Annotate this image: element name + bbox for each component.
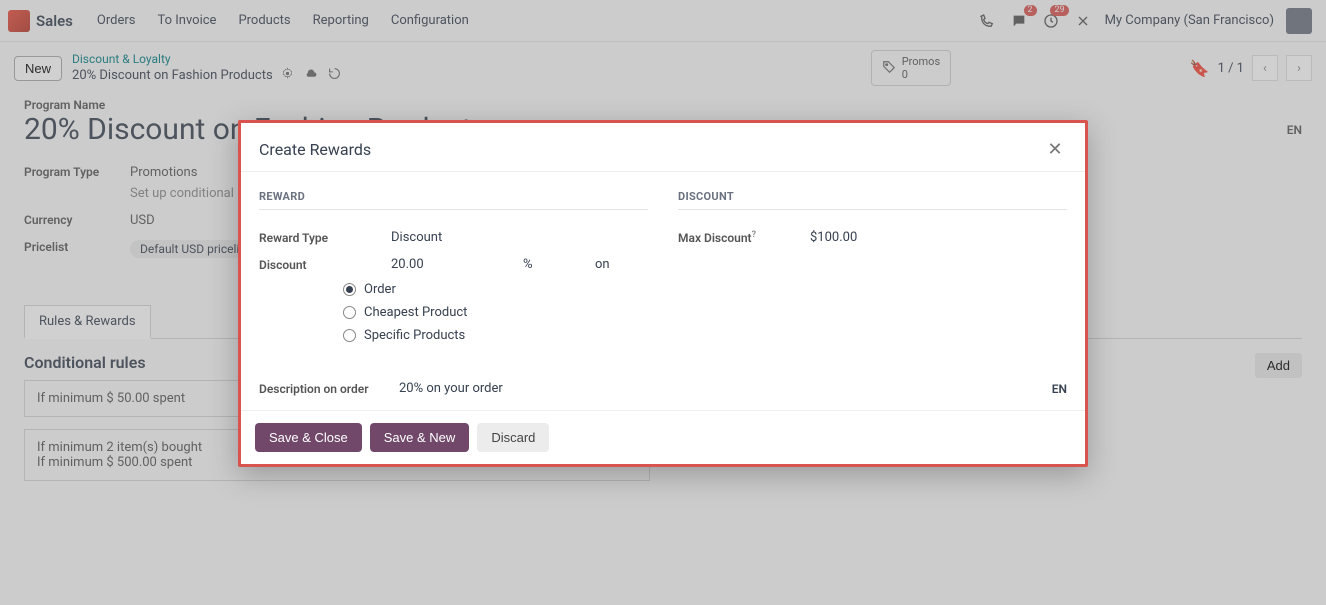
modal-header: Create Rewards ✕ xyxy=(241,123,1085,172)
radio-cheapest[interactable]: Cheapest Product xyxy=(343,301,648,324)
discount-label: Discount xyxy=(259,258,379,272)
radio-order-label: Order xyxy=(364,282,396,297)
modal-body: REWARD Reward Type Discount Discount 20.… xyxy=(241,172,1085,369)
close-icon[interactable]: ✕ xyxy=(1043,137,1067,161)
max-discount-value[interactable]: $100.00 xyxy=(810,230,857,245)
radio-dot-icon xyxy=(343,306,356,319)
description-row: Description on order 20% on your order E… xyxy=(241,369,1085,410)
modal-col-reward: REWARD Reward Type Discount Discount 20.… xyxy=(259,190,648,347)
max-discount-label: Max Discount? xyxy=(678,230,798,245)
modal-col-discount: DISCOUNT Max Discount? $100.00 xyxy=(678,190,1067,347)
reward-type-value[interactable]: Discount xyxy=(391,230,442,245)
description-label: Description on order xyxy=(259,382,399,396)
description-value[interactable]: 20% on your order xyxy=(399,381,503,396)
radio-dot-icon xyxy=(343,329,356,342)
section-reward: REWARD xyxy=(259,190,648,210)
save-new-button[interactable]: Save & New xyxy=(370,423,470,452)
discard-button[interactable]: Discard xyxy=(477,423,549,452)
discount-value[interactable]: 20.00 xyxy=(391,257,511,272)
radio-specific-label: Specific Products xyxy=(364,328,465,343)
radio-specific[interactable]: Specific Products xyxy=(343,324,648,347)
radio-dot-icon xyxy=(343,283,356,296)
create-rewards-modal: Create Rewards ✕ REWARD Reward Type Disc… xyxy=(238,120,1088,467)
section-discount: DISCOUNT xyxy=(678,190,1067,210)
reward-type-label: Reward Type xyxy=(259,231,379,245)
modal-title: Create Rewards xyxy=(259,140,371,159)
discount-on: on xyxy=(595,257,610,272)
radio-cheapest-label: Cheapest Product xyxy=(364,305,467,320)
radio-order[interactable]: Order xyxy=(343,278,648,301)
help-icon[interactable]: ? xyxy=(752,230,756,240)
modal-footer: Save & Close Save & New Discard xyxy=(241,410,1085,464)
lang-badge-modal[interactable]: EN xyxy=(1052,382,1067,396)
save-close-button[interactable]: Save & Close xyxy=(255,423,362,452)
discount-unit[interactable]: % xyxy=(523,257,583,272)
